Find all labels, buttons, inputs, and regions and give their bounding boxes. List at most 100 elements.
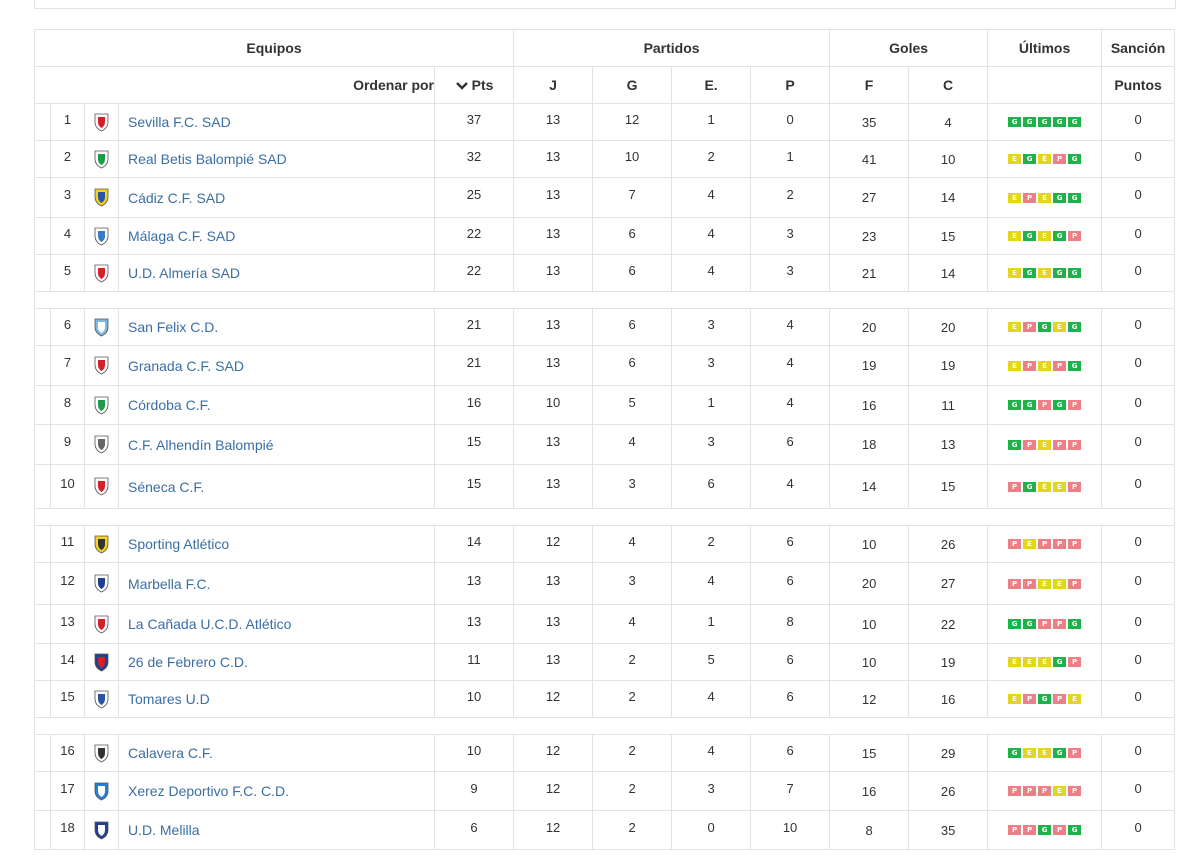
stat-p-value: 4 (786, 316, 794, 332)
sort-pts-button[interactable]: Pts (433, 66, 515, 104)
stat-p: 4 (750, 385, 831, 425)
team-link[interactable]: Málaga C.F. SAD (119, 228, 235, 244)
result-badge: G (1023, 154, 1037, 164)
stat-e-value: 4 (707, 742, 715, 758)
stat-c: 26 (908, 771, 989, 811)
team-link[interactable]: Córdoba C.F. (119, 397, 210, 413)
stat-p-value: 6 (786, 434, 794, 449)
stat-pts-value: 9 (470, 780, 478, 796)
group-separator (33, 717, 1176, 735)
stat-j: 12 (513, 525, 594, 563)
stat-pts-value: 11 (467, 651, 481, 667)
result-badge: G (1068, 322, 1082, 332)
team-link[interactable]: U.D. Melilla (119, 822, 200, 838)
sancion-points-value: 0 (1134, 111, 1142, 127)
result-badge: G (1053, 657, 1067, 667)
team-link[interactable]: Tomares U.D (119, 691, 210, 707)
last-results: EPEGG (987, 177, 1103, 218)
row-spacer (34, 254, 51, 292)
result-badge: G (1008, 619, 1022, 629)
stat-e: 1 (671, 385, 752, 425)
stat-p: 6 (750, 424, 831, 465)
result-badge: P (1008, 481, 1022, 492)
header-e[interactable]: E. (671, 66, 752, 104)
team-name-cell: Cádiz C.F. SAD (118, 177, 435, 218)
stat-e: 4 (671, 734, 752, 772)
stat-f: 10 (829, 643, 910, 681)
26-febrero-crest-icon (94, 653, 109, 671)
row-spacer (34, 424, 51, 465)
stat-j: 13 (513, 308, 594, 346)
team-link[interactable]: U.D. Almería SAD (119, 265, 240, 281)
stat-g: 12 (592, 103, 673, 141)
team-position-value: 7 (63, 355, 72, 370)
team-crest-cell (84, 140, 119, 178)
row-spacer (34, 771, 51, 811)
team-link[interactable]: Marbella F.C. (119, 576, 210, 592)
team-link[interactable]: San Felix C.D. (119, 319, 218, 335)
team-link[interactable]: Xerez Deportivo F.C. C.D. (119, 783, 289, 799)
stat-pts: 21 (433, 345, 515, 386)
stat-j-value: 13 (545, 355, 561, 370)
row-spacer (34, 734, 51, 772)
stat-j: 13 (513, 140, 594, 178)
row-spacer (34, 604, 51, 644)
team-link[interactable]: Séneca C.F. (119, 479, 204, 495)
stat-j-value: 13 (545, 434, 561, 449)
header-c[interactable]: C (908, 66, 989, 104)
team-link[interactable]: Calavera C.F. (119, 745, 213, 761)
result-badge: G (1023, 231, 1037, 241)
stat-g: 2 (592, 771, 673, 811)
team-link[interactable]: La Cañada U.C.D. Atlético (119, 616, 291, 632)
header-p[interactable]: P (750, 66, 831, 104)
team-link[interactable]: Sporting Atlético (119, 536, 229, 552)
stat-e-value: 1 (707, 394, 715, 410)
stat-j-value: 13 (545, 573, 561, 588)
team-link[interactable]: Real Betis Balompié SAD (119, 151, 287, 167)
stat-f: 15 (829, 734, 910, 772)
sevilla-crest-icon (94, 113, 109, 131)
team-name-cell: Sevilla F.C. SAD (118, 103, 435, 141)
sancion-points: 0 (1101, 771, 1176, 811)
team-link[interactable]: 26 de Febrero C.D. (119, 654, 248, 670)
stat-pts-value: 16 (466, 394, 482, 410)
malaga-crest-icon (94, 227, 109, 245)
stat-pts: 21 (433, 308, 515, 346)
sancion-points: 0 (1101, 254, 1176, 292)
stat-c: 4 (908, 103, 989, 141)
melilla-crest-icon (94, 821, 109, 839)
stat-c: 16 (908, 680, 989, 718)
header-ultimos-empty (987, 66, 1103, 104)
stat-e-value: 4 (707, 573, 715, 588)
table-row: 3 Cádiz C.F. SAD 25 13 7 4 2 27 14 E P E G G 0 (34, 177, 1176, 218)
stat-g: 6 (592, 345, 673, 386)
team-link[interactable]: Sevilla F.C. SAD (119, 114, 231, 130)
team-link[interactable]: Cádiz C.F. SAD (119, 190, 225, 206)
granada-crest-icon (94, 356, 109, 375)
stat-g: 2 (592, 734, 673, 772)
header-f[interactable]: F (829, 66, 910, 104)
header-j[interactable]: J (513, 66, 594, 104)
result-badge: G (1023, 481, 1037, 492)
team-position: 6 (50, 308, 85, 346)
result-badge: P (1053, 154, 1067, 164)
team-link[interactable]: Granada C.F. SAD (119, 358, 244, 374)
result-badge: E (1053, 578, 1067, 589)
team-crest-cell (84, 345, 119, 386)
team-crest-cell (84, 103, 119, 141)
result-badge: P (1023, 192, 1037, 203)
cadiz-crest-icon (94, 188, 109, 207)
sancion-points: 0 (1101, 525, 1176, 563)
team-position: 4 (50, 217, 85, 255)
result-badge: E (1038, 439, 1052, 450)
sancion-points: 0 (1101, 308, 1176, 346)
stat-e: 2 (671, 525, 752, 563)
stat-p-value: 1 (786, 148, 794, 164)
stat-pts: 16 (433, 385, 515, 425)
header-g[interactable]: G (592, 66, 673, 104)
result-badge: G (1008, 439, 1022, 450)
team-link[interactable]: C.F. Alhendín Balompié (119, 437, 274, 453)
sancion-points: 0 (1101, 177, 1176, 218)
stat-e-value: 1 (707, 111, 715, 127)
stat-j-value: 13 (545, 316, 561, 332)
